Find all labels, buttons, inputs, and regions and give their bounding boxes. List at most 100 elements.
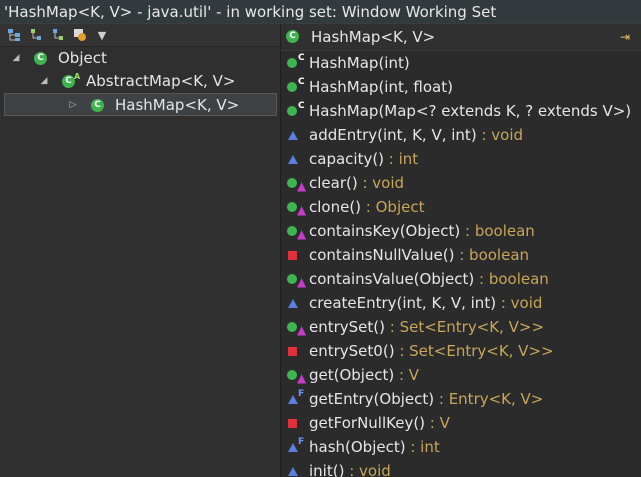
member-return-type: : V: [394, 366, 420, 384]
tree-node-label: HashMap<K, V>: [115, 96, 240, 114]
member-name: HashMap(int, float): [309, 78, 453, 96]
member-item[interactable]: C HashMap(Map<? extends K, ? extends V>): [281, 99, 641, 123]
member-name: getEntry(Object): [309, 390, 435, 408]
members-header: C HashMap<K, V> ⇥: [281, 24, 641, 51]
package-member-icon: [288, 467, 298, 476]
member-signature: HashMap(Map<? extends K, ? extends V>): [309, 99, 631, 123]
member-item[interactable]: FgetEntry(Object) : Entry<K, V>: [281, 387, 641, 411]
member-signature: capacity() : int: [309, 147, 418, 171]
member-item[interactable]: containsNullValue() : boolean: [281, 243, 641, 267]
member-signature: createEntry(int, K, V, int) : void: [309, 291, 542, 315]
package-member-icon: [288, 155, 298, 164]
member-item[interactable]: ▲ clone() : Object: [281, 195, 641, 219]
subtype-icon[interactable]: [50, 27, 66, 43]
window-title: 'HashMap<K, V> - java.util' - in working…: [0, 0, 641, 24]
package-member-icon: [288, 131, 298, 140]
abstract-class-icon: CA: [62, 72, 80, 88]
member-signature: HashMap(int, float): [309, 75, 453, 99]
tree-node-label: Object: [58, 49, 107, 67]
package-member-icon: [288, 299, 298, 308]
members-pane: C HashMap<K, V> ⇥ C HashMap(int) C HashMap(…: [281, 24, 641, 477]
expanded-arrow-icon[interactable]: ◢: [10, 47, 22, 70]
member-item[interactable]: init() : void: [281, 459, 641, 477]
public-member-icon: [287, 370, 297, 380]
member-signature: hash(Object) : int: [309, 435, 440, 459]
member-return-type: : V: [425, 414, 450, 432]
member-return-type: : boolean: [454, 246, 530, 264]
member-signature: HashMap(int): [309, 51, 410, 75]
class-icon: C: [91, 99, 104, 112]
member-return-type: : int: [384, 150, 419, 168]
collapsed-arrow-icon[interactable]: ▷: [67, 94, 79, 117]
member-signature: init() : void: [309, 459, 391, 477]
member-return-type: : int: [405, 438, 440, 456]
member-name: HashMap(Map<? extends K, ? extends V>): [309, 102, 632, 120]
public-member-icon: [287, 178, 297, 188]
member-name: getForNullKey(): [309, 414, 426, 432]
type-hierarchy-pane: ▼ ◢ C Object ◢ C A AbstractMap<K, V> ▷ C HashMap<…: [0, 24, 281, 477]
member-name: clone(): [309, 198, 362, 216]
member-return-type: : Set<Entry<K, V>>: [385, 318, 545, 336]
member-item[interactable]: C HashMap(int): [281, 51, 641, 75]
member-name: entrySet0(): [309, 342, 395, 360]
member-name: createEntry(int, K, V, int): [309, 294, 497, 312]
member-name: clear(): [309, 174, 358, 192]
member-item[interactable]: capacity() : int: [281, 147, 641, 171]
member-item[interactable]: C HashMap(int, float): [281, 75, 641, 99]
member-item[interactable]: entrySet0() : Set<Entry<K, V>>: [281, 339, 641, 363]
member-signature: getEntry(Object) : Entry<K, V>: [309, 387, 543, 411]
member-item[interactable]: ▲ get(Object) : V: [281, 363, 641, 387]
member-signature: getForNullKey() : V: [309, 411, 450, 435]
member-name: HashMap(int): [309, 54, 410, 72]
tree-node[interactable]: ◢ C A AbstractMap<K, V>: [0, 70, 280, 93]
package-member-icon: [288, 443, 298, 452]
member-item[interactable]: ▲ containsKey(Object) : boolean: [281, 219, 641, 243]
member-return-type: : boolean: [460, 222, 535, 240]
member-name: capacity(): [309, 150, 385, 168]
public-member-icon: [287, 82, 297, 92]
public-member-icon: [287, 226, 297, 236]
member-signature: entrySet() : Set<Entry<K, V>>: [309, 315, 544, 339]
dropdown-arrow-icon[interactable]: ▼: [94, 27, 110, 43]
public-member-icon: [287, 322, 297, 332]
member-item[interactable]: ▲ containsValue(Object) : boolean: [281, 267, 641, 291]
member-item[interactable]: getForNullKey() : V: [281, 411, 641, 435]
member-return-type: : void: [344, 462, 391, 477]
tree-node[interactable]: ◢ C Object: [0, 47, 280, 70]
member-signature: clone() : Object: [309, 195, 424, 219]
member-return-type: : Object: [361, 198, 425, 216]
member-item[interactable]: Fhash(Object) : int: [281, 435, 641, 459]
class-icon: C: [286, 30, 299, 43]
member-return-type: : Entry<K, V>: [434, 390, 544, 408]
expanded-arrow-icon[interactable]: ◢: [38, 70, 50, 93]
member-return-type: : void: [476, 126, 524, 144]
hierarchy-icon[interactable]: [6, 27, 22, 43]
member-name: containsNullValue(): [309, 246, 455, 264]
member-item[interactable]: createEntry(int, K, V, int) : void: [281, 291, 641, 315]
hierarchy-tree: ◢ C Object ◢ C A AbstractMap<K, V> ▷ C HashMap<K,…: [0, 47, 280, 116]
member-item[interactable]: addEntry(int, K, V, int) : void: [281, 123, 641, 147]
member-name: addEntry(int, K, V, int): [309, 126, 477, 144]
tree-node-label: AbstractMap<K, V>: [86, 72, 236, 90]
tree-node[interactable]: ▷ C HashMap<K, V>: [4, 93, 277, 116]
class-icon: C: [34, 52, 47, 65]
member-name: init(): [309, 462, 345, 477]
supertype-icon[interactable]: [28, 27, 44, 43]
members-header-title: HashMap<K, V>: [311, 28, 436, 46]
member-signature: containsKey(Object) : boolean: [309, 219, 535, 243]
ctor-marker-icon: C: [298, 101, 305, 111]
ctor-marker-icon: C: [298, 53, 305, 63]
member-item[interactable]: ▲ entrySet() : Set<Entry<K, V>>: [281, 315, 641, 339]
public-member-icon: [287, 202, 297, 212]
history-icon[interactable]: [72, 27, 88, 43]
package-member-icon: [288, 395, 298, 404]
lock-view-icon[interactable]: ⇥: [617, 29, 633, 45]
private-member-icon: [288, 347, 297, 356]
public-member-icon: [287, 106, 297, 116]
member-return-type: : void: [357, 174, 405, 192]
member-name: get(Object): [309, 366, 395, 384]
member-name: hash(Object): [309, 438, 406, 456]
member-signature: addEntry(int, K, V, int) : void: [309, 123, 523, 147]
hierarchy-toolbar: ▼: [0, 24, 280, 47]
member-item[interactable]: ▲ clear() : void: [281, 171, 641, 195]
